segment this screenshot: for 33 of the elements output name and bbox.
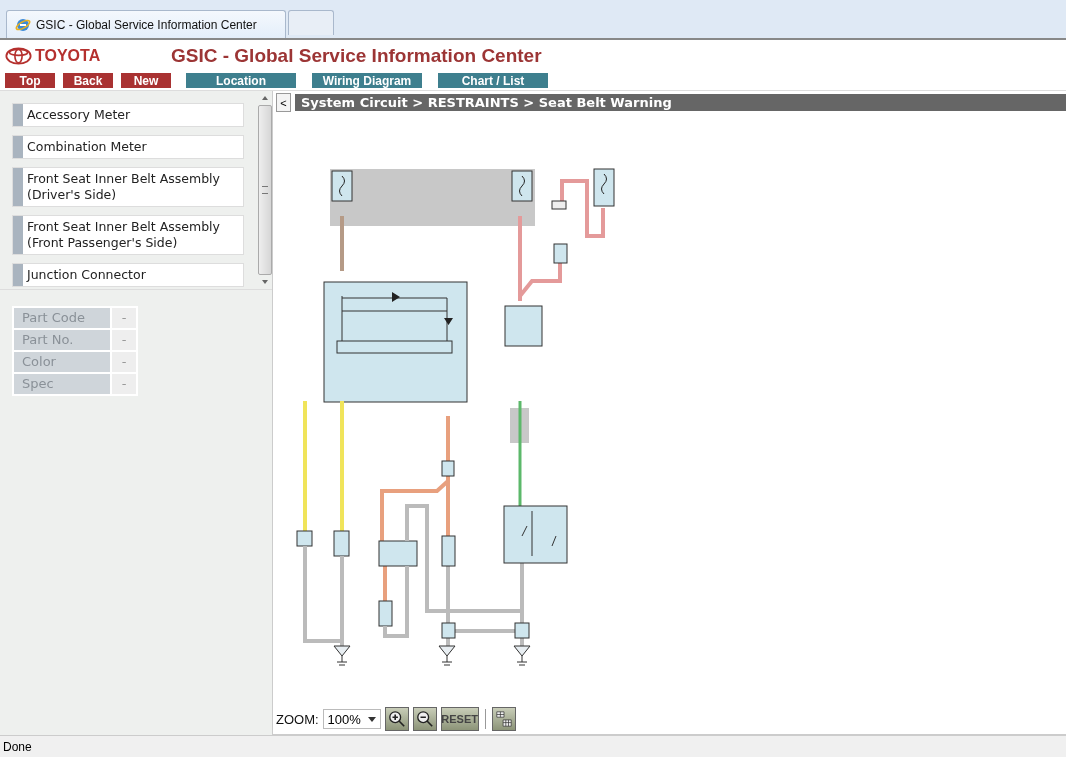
- detail-label: Part No.: [14, 330, 110, 350]
- detail-label: Color: [14, 352, 110, 372]
- zoom-out-button[interactable]: [412, 707, 437, 731]
- toyota-logo: TOYOTA: [5, 47, 171, 65]
- detail-label: Spec: [14, 374, 110, 394]
- part-list-item[interactable]: Junction Connector: [12, 263, 244, 287]
- reset-button[interactable]: RESET: [440, 707, 479, 731]
- zoom-in-button[interactable]: [384, 707, 409, 731]
- zoom-label: ZOOM:: [276, 711, 319, 727]
- caret-icon: [367, 716, 376, 722]
- app-title: GSIC - Global Service Information Center: [171, 45, 542, 67]
- detail-value: -: [112, 330, 136, 350]
- detail-value: -: [112, 308, 136, 328]
- part-list-item[interactable]: Front Seat Inner Belt Assembly (Front Passenger's Side): [12, 215, 244, 255]
- nav-button[interactable]: Back: [63, 73, 113, 88]
- part-list-item[interactable]: Front Seat Inner Belt Assembly (Driver's Side): [12, 167, 244, 207]
- grid-view-button[interactable]: [491, 707, 516, 731]
- globe-icon: [15, 16, 31, 33]
- nav-button[interactable]: Top: [5, 73, 55, 88]
- collapse-button[interactable]: <: [276, 93, 291, 112]
- nav-button[interactable]: Chart / List: [438, 73, 548, 88]
- detail-label: Part Code: [14, 308, 110, 328]
- status-bar: Done: [0, 735, 1066, 757]
- detail-value: -: [112, 374, 136, 394]
- nav-button[interactable]: Location: [186, 73, 296, 88]
- zoom-dropdown[interactable]: 100%: [322, 709, 381, 729]
- browser-tab[interactable]: GSIC - Global Service Information Center: [6, 10, 286, 38]
- nav-button[interactable]: New: [121, 73, 171, 88]
- part-list-item[interactable]: Accessory Meter: [12, 103, 244, 127]
- nav-button[interactable]: Wiring Diagram: [312, 73, 422, 88]
- part-list-item[interactable]: Combination Meter: [12, 135, 244, 159]
- detail-value: -: [112, 352, 136, 372]
- breadcrumb-bar: System Circuit > RESTRAINTS > Seat Belt Warning: [295, 94, 1066, 111]
